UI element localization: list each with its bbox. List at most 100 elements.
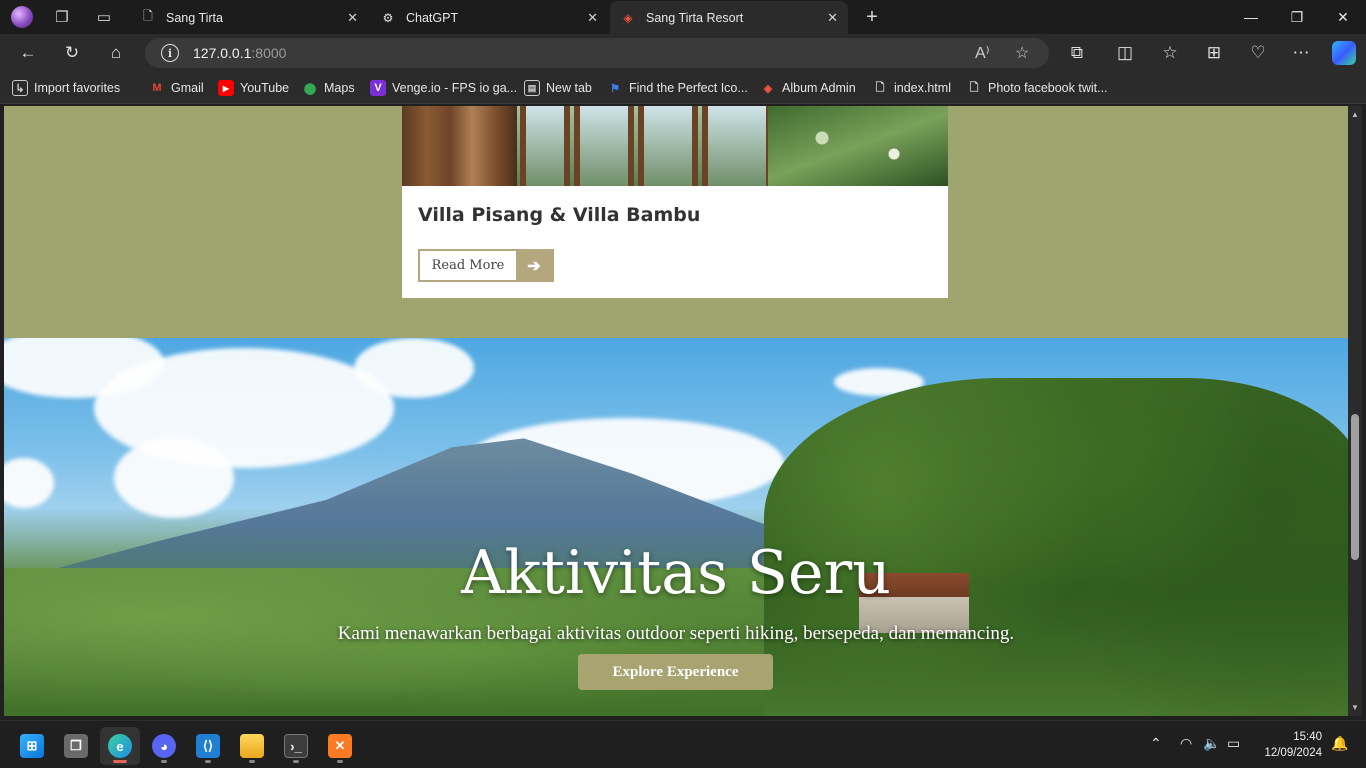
favorite-label: Album Admin [782,81,856,95]
browser-navbar: ← ↻ ⌂ i 127.0.0.1:8000 A⁾ ☆ ⧉ ◫ ☆ ⊞ ♡ ⋯ [0,34,1366,72]
tab-chatgpt[interactable]: ⚙ ChatGPT ✕ [370,1,608,34]
window-close-button[interactable]: ✕ [1320,0,1366,34]
page-scrollbar[interactable]: ▲ ▼ [1348,106,1362,716]
site-info-icon[interactable]: i [161,44,179,62]
new-tab-button[interactable]: + [862,6,882,28]
scroll-up-icon[interactable]: ▲ [1350,110,1360,119]
xampp-icon: ✕ [328,734,352,758]
more-menu-icon[interactable]: ⋯ [1290,42,1312,64]
favorite-label: Maps [324,81,355,95]
read-aloud-icon[interactable]: A⁾ [975,43,990,63]
close-icon[interactable]: ✕ [587,10,598,26]
page-icon: 🗋 [143,9,153,23]
folder-icon [240,734,264,758]
address-bar[interactable]: i 127.0.0.1:8000 A⁾ ☆ [145,38,1049,68]
tab-actions-icon[interactable]: ▭ [94,7,114,27]
active-indicator [113,760,127,763]
tab-title: Sang Tirta [166,10,223,25]
file-icon: 🗋 [969,81,979,94]
favorite-import[interactable]: ↳ Import favorites [12,79,120,97]
favorite-label: New tab [546,81,592,95]
taskbar-file-explorer[interactable] [232,727,272,765]
split-screen-icon[interactable]: ◫ [1114,42,1136,64]
read-more-label: Read More [431,258,505,273]
tab-title: ChatGPT [406,10,459,25]
taskbar-vscode[interactable]: ⟨⟩ [188,727,228,765]
windows-taskbar: ⊞ ❐ e ◕ ⟨⟩ ›_ ✕ ⌃ ◠ 🔈 ▭ 15:40 12/09/2024… [0,720,1366,768]
discord-icon: ◕ [152,734,176,758]
close-icon[interactable]: ✕ [827,10,838,26]
taskbar-discord[interactable]: ◕ [144,727,184,765]
system-clock[interactable]: 15:40 12/09/2024 [1264,729,1322,761]
vscode-icon: ⟨⟩ [196,734,220,758]
running-indicator [205,760,211,763]
address-url[interactable]: 127.0.0.1:8000 [193,45,286,61]
laravel-icon: ◈ [763,82,773,95]
hero-title: Aktivitas Seru [461,538,891,608]
notification-bell-icon[interactable]: 🔔 [1331,735,1348,752]
profile-avatar[interactable] [11,6,33,28]
favorite-gmail[interactable]: M Gmail [149,79,204,97]
explore-experience-button[interactable]: Explore Experience [578,654,773,690]
favorites-icon[interactable]: ☆ [1159,42,1181,64]
arrow-right-icon: ➔ [516,251,552,280]
favorite-label: Gmail [171,81,204,95]
taskbar-xampp[interactable]: ✕ [320,727,360,765]
copilot-icon[interactable] [1332,41,1356,65]
favorite-maps[interactable]: ⬤ Maps [302,79,355,97]
home-icon[interactable]: ⌂ [105,42,127,64]
villa-photo [402,106,948,186]
favorite-find-icon[interactable]: ⚑ Find the Perfect Ico... [607,79,748,97]
newtab-icon: ▤ [524,80,540,96]
performance-icon[interactable]: ♡ [1247,42,1269,64]
tab-sang-tirta[interactable]: 🗋 Sang Tirta ✕ [130,1,368,34]
venge-icon: V [370,80,386,96]
maps-icon: ⬤ [303,82,317,95]
tab-title: Sang Tirta Resort [646,10,744,25]
favorite-label: Find the Perfect Ico... [629,81,748,95]
file-icon: 🗋 [875,81,885,94]
workspaces-icon[interactable]: ❐ [52,7,72,27]
collections-icon[interactable]: ⊞ [1203,42,1225,64]
villa-card: Villa Pisang & Villa Bambu Read More ➔ [402,106,948,298]
read-more-button[interactable]: Read More ➔ [418,249,554,282]
battery-icon[interactable]: ▭ [1227,735,1240,752]
favorite-photo-facebook[interactable]: 🗋 Photo facebook twit... [966,79,1108,97]
volume-icon[interactable]: 🔈 [1203,735,1220,752]
task-view-button[interactable]: ❐ [56,727,96,765]
tab-sang-tirta-resort[interactable]: ◈ Sang Tirta Resort ✕ [610,1,848,34]
laravel-icon: ◈ [623,10,633,25]
close-icon[interactable]: ✕ [347,10,358,26]
wifi-icon[interactable]: ◠ [1180,735,1192,752]
tray-overflow-icon[interactable]: ⌃ [1150,735,1162,752]
favorite-album-admin[interactable]: ◈ Album Admin [760,79,856,97]
favorite-star-icon[interactable]: ☆ [1015,43,1029,63]
back-icon[interactable]: ← [17,42,39,64]
taskbar-terminal[interactable]: ›_ [276,727,316,765]
cloud [4,458,54,508]
favorite-venge[interactable]: V Venge.io - FPS io ga... [370,79,517,97]
minimize-button[interactable]: — [1228,0,1274,34]
favorite-youtube[interactable]: ▶ YouTube [218,79,289,97]
window-frame [574,106,634,186]
scrollbar-thumb[interactable] [1351,414,1359,560]
taskbar-edge[interactable]: e [100,727,140,765]
activities-hero: Aktivitas Seru Kami menawarkan berbagai … [4,338,1348,716]
import-icon: ↳ [12,80,28,96]
foliage [768,106,948,186]
favorite-index-html[interactable]: 🗋 index.html [872,79,951,97]
favorites-bar: ↳ Import favorites M Gmail ▶ YouTube ⬤ M… [0,72,1366,104]
favorite-new-tab[interactable]: ▤ New tab [524,79,592,97]
extensions-icon[interactable]: ⧉ [1066,42,1088,64]
clock-date: 12/09/2024 [1264,747,1322,759]
browser-titlebar: ❐ ▭ 🗋 Sang Tirta ✕ ⚙ ChatGPT ✕ ◈ Sang Ti… [0,0,1366,34]
page-viewport: Villa Pisang & Villa Bambu Read More ➔ A… [4,106,1348,716]
restore-button[interactable]: ❐ [1274,0,1320,34]
hero-subtitle: Kami menawarkan berbagai aktivitas outdo… [337,623,1015,644]
refresh-icon[interactable]: ↻ [61,42,83,64]
scroll-down-icon[interactable]: ▼ [1350,703,1360,712]
window-frame [638,106,698,186]
window-frame [520,106,570,186]
terminal-icon: ›_ [284,734,308,758]
start-button[interactable]: ⊞ [12,727,52,765]
